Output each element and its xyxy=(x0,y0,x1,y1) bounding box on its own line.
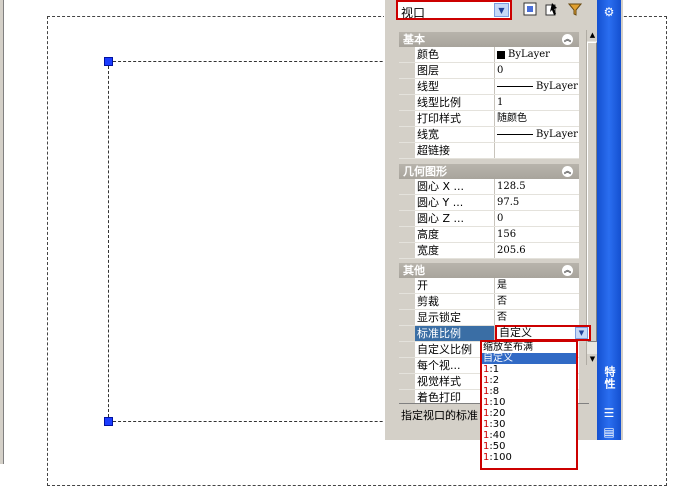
quick-select-button[interactable] xyxy=(520,1,540,19)
prop-row[interactable]: 线型 ByLayer xyxy=(399,79,579,95)
dropdown-option[interactable]: 1:2 xyxy=(482,375,576,386)
prop-row[interactable]: 高度 156 xyxy=(399,227,579,243)
prop-value: ByLayer xyxy=(495,47,579,62)
prop-value: 随颜色 xyxy=(495,111,579,126)
dropdown-option[interactable]: 1:100 xyxy=(482,452,576,463)
section-title-geometry: 几何图形 xyxy=(403,165,447,178)
prop-value: ByLayer xyxy=(495,79,579,94)
prop-row[interactable]: 剪裁否 xyxy=(399,294,579,310)
prop-value: 0 xyxy=(495,211,579,226)
prop-value: 205.6 xyxy=(495,243,579,258)
dropdown-option[interactable]: 1:8 xyxy=(482,386,576,397)
prop-row[interactable]: 线宽 ByLayer xyxy=(399,127,579,143)
prop-row[interactable]: 开是 xyxy=(399,278,579,294)
prop-value: 否 xyxy=(495,294,579,309)
dropdown-option[interactable]: 1:10 xyxy=(482,397,576,408)
palette-settings-icon[interactable]: ⚙ xyxy=(601,4,617,20)
prop-label: 圆心 Y ... xyxy=(415,195,495,210)
palette-options-icon[interactable]: ▤ xyxy=(601,424,617,440)
prop-value: 是 xyxy=(495,278,579,293)
prop-value: 否 xyxy=(495,310,579,325)
prop-row[interactable]: 线型比例 1 xyxy=(399,95,579,111)
object-type-value: 视口 xyxy=(401,6,426,20)
dropdown-option[interactable]: 1:40 xyxy=(482,430,576,441)
prop-value: 156 xyxy=(495,227,579,242)
dropdown-option[interactable]: 1:1 xyxy=(482,364,576,375)
dropdown-option[interactable]: 缩放至布满 xyxy=(482,342,576,353)
dropdown-option[interactable]: 1:20 xyxy=(482,408,576,419)
prop-label: 圆心 Z ... xyxy=(415,211,495,226)
collapse-icon[interactable]: ︽ xyxy=(562,265,573,276)
section-title-misc: 其他 xyxy=(403,264,425,277)
prop-value: 1 xyxy=(495,95,579,110)
prop-row[interactable]: 宽度 205.6 xyxy=(399,243,579,259)
filter-icon xyxy=(567,3,583,16)
description-text: 指定视口的标准 xyxy=(401,409,478,422)
prop-row[interactable]: 颜色 ByLayer xyxy=(399,47,579,63)
collapse-icon[interactable]: ︽ xyxy=(562,34,573,45)
geometry-grid: 圆心 X ... 128.5 圆心 Y ... 97.5 圆心 Z ... 0 高度 1… xyxy=(399,179,579,259)
section-header-geometry[interactable]: 几何图形 ︽ xyxy=(399,164,579,179)
prop-label: 标准比例 xyxy=(415,326,495,341)
prop-label: 打印样式 xyxy=(415,111,495,126)
prop-label: 超链接 xyxy=(415,143,495,158)
select-objects-icon xyxy=(545,3,557,16)
general-grid: 颜色 ByLayer 图层 0 线型 ByLayer 线型比例 1 打印样式 随颜色 线宽… xyxy=(399,47,579,159)
prop-label: 开 xyxy=(415,278,495,293)
chevron-down-icon[interactable]: ▼ xyxy=(575,327,588,339)
prop-row[interactable]: 超链接 xyxy=(399,143,579,159)
standard-scale-combo[interactable]: 自定义 ▼ xyxy=(495,325,591,341)
section-title-general: 基本 xyxy=(403,33,425,46)
prop-label: 剪裁 xyxy=(415,294,495,309)
prop-row[interactable]: 圆心 Y ... 97.5 xyxy=(399,195,579,211)
prop-row[interactable]: 圆心 Z ... 0 xyxy=(399,211,579,227)
prop-label: 宽度 xyxy=(415,243,495,258)
prop-label: 图层 xyxy=(415,63,495,78)
color-swatch-icon xyxy=(497,50,505,59)
prop-row[interactable]: 圆心 X ... 128.5 xyxy=(399,179,579,195)
dropdown-option-selected[interactable]: 自定义 xyxy=(482,353,576,364)
lineweight-sample-icon xyxy=(497,134,533,135)
prop-value: 0 xyxy=(495,63,579,78)
dropdown-option[interactable]: 1:30 xyxy=(482,419,576,430)
prop-label: 线宽 xyxy=(415,127,495,142)
viewport-grip-top-left[interactable] xyxy=(104,57,113,66)
prop-value: 97.5 xyxy=(495,195,579,210)
quick-select-icon xyxy=(523,2,537,16)
standard-scale-dropdown[interactable]: 缩放至布满 自定义 1:1 1:2 1:8 1:10 1:20 1:30 1:4… xyxy=(480,340,578,470)
prop-row[interactable]: 打印样式 随颜色 xyxy=(399,111,579,127)
prop-label: 高度 xyxy=(415,227,495,242)
chevron-down-icon[interactable]: ▼ xyxy=(494,3,509,17)
prop-label: 线型比例 xyxy=(415,95,495,110)
palette-right-edge xyxy=(621,0,623,440)
collapse-icon[interactable]: ︽ xyxy=(562,166,573,177)
prop-value xyxy=(495,143,579,158)
select-objects-button[interactable] xyxy=(542,1,562,19)
section-header-general[interactable]: 基本 ︽ xyxy=(399,32,579,47)
prop-row[interactable]: 显示锁定否 xyxy=(399,310,579,326)
prop-label: 颜色 xyxy=(415,47,495,62)
dropdown-option[interactable]: 1:50 xyxy=(482,441,576,452)
section-header-misc[interactable]: 其他 ︽ xyxy=(399,263,579,278)
linetype-sample-icon xyxy=(497,86,533,87)
filter-button[interactable] xyxy=(565,1,585,19)
prop-label: 圆心 X ... xyxy=(415,179,495,194)
prop-value: 128.5 xyxy=(495,179,579,194)
palette-title: 特性 xyxy=(603,366,616,390)
viewport-grip-bottom-left[interactable] xyxy=(104,417,113,426)
prop-label: 显示锁定 xyxy=(415,310,495,325)
prop-value: ByLayer xyxy=(495,127,579,142)
object-type-combo[interactable]: 视口 ▼ xyxy=(396,0,512,20)
window-left-border xyxy=(0,0,4,464)
prop-label: 线型 xyxy=(415,79,495,94)
standard-scale-value: 自定义 xyxy=(499,326,532,339)
scroll-thumb[interactable] xyxy=(587,42,597,342)
palette-titlebar[interactable]: ⚙ 特性 ☰ ▤ xyxy=(597,0,621,440)
prop-row[interactable]: 图层 0 xyxy=(399,63,579,79)
properties-menu-icon[interactable]: ☰ xyxy=(601,405,617,421)
